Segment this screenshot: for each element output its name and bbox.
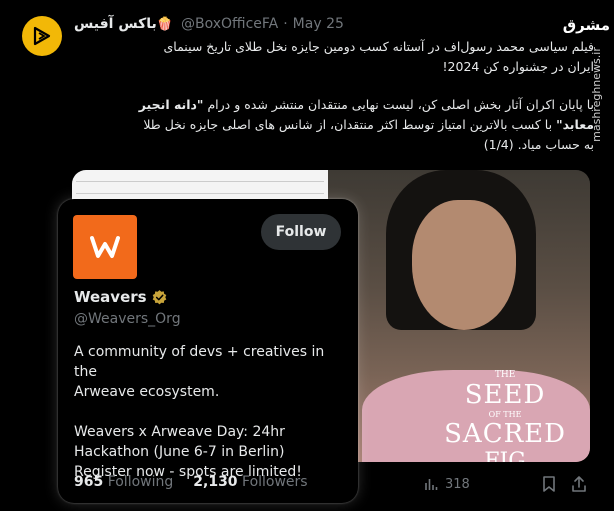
bookmark-button[interactable] [541, 474, 557, 494]
tweet-header: باکس آفیس 🍿 @BoxOfficeFA · May 25 [74, 14, 344, 34]
card-name-text: Weavers [74, 288, 147, 306]
poster-title-seed: SEED [464, 380, 546, 410]
poster-title-of: OF THE [488, 410, 522, 419]
tweet-text-line: معابد" با کسب بالاترین امتیاز توسط اکثر … [86, 115, 594, 135]
card-handle[interactable]: @Weavers_Org [74, 311, 181, 327]
tweet-text-line: ایران در جشنواره کن 2024! [442, 59, 594, 74]
watermark: مشرق mashreghnews.ir [563, 16, 610, 142]
bio-line: Hackathon (June 6-7 in Berlin) [74, 444, 285, 460]
card-bio: A community of devs + creatives in the A… [74, 342, 346, 482]
poster-title-fig: FIG [484, 449, 526, 462]
bookmark-icon [543, 476, 555, 492]
play-triangle-logo-icon [33, 26, 51, 46]
following-count: 965 [74, 474, 104, 490]
tweet-text-line: فیلم سیاسی محمد رسول‌اف در آستانه کسب دو… [163, 39, 594, 54]
bio-line: Weavers x Arweave Day: 24hr [74, 424, 285, 440]
poster-face [412, 200, 516, 330]
poster-title-the: THE [494, 370, 516, 380]
tweet-text-line: با پایان اکران آثار بخش اصلی کن، لیست نه… [86, 95, 594, 115]
watermark-site: mashreghnews.ir [590, 47, 604, 142]
verified-badge-icon [152, 289, 166, 304]
views-button[interactable]: 318 [423, 474, 470, 494]
profile-hover-card: Follow Weavers @Weavers_Org A community … [58, 199, 358, 503]
author-handle[interactable]: @BoxOfficeFA [181, 16, 278, 32]
author-avatar[interactable] [22, 16, 62, 56]
tweet-text-line: به حساب میاد. (1/4) [483, 137, 594, 152]
watermark-logo: مشرق [562, 16, 610, 34]
card-stats: 965 Following 2,130 Followers [74, 474, 308, 490]
followers-label: Followers [242, 474, 308, 490]
card-display-name[interactable]: Weavers [74, 288, 168, 306]
tweet-date[interactable]: May 25 [293, 16, 344, 32]
following-label: Following [107, 474, 174, 490]
popcorn-emoji: 🍿 [156, 16, 173, 32]
tweet-text-segment: با پایان اکران آثار بخش اصلی کن، لیست نه… [207, 97, 594, 112]
weavers-w-icon [90, 236, 120, 258]
author-name[interactable]: باکس آفیس [74, 16, 157, 32]
share-icon [572, 476, 586, 492]
views-bar-icon [425, 479, 438, 490]
bio-line: A community of devs + creatives in the [74, 344, 325, 380]
tweet-text: فیلم سیاسی محمد رسول‌اف در آستانه کسب دو… [86, 37, 594, 155]
tweet-text-segment: با کسب بالاترین امتیاز توسط اکثر منتقدان… [143, 117, 553, 132]
poster-title-sacred: SACRED [444, 419, 566, 449]
follow-button[interactable]: Follow [261, 214, 341, 250]
header-separator: · [283, 16, 288, 32]
tweet-text-bold: "دانه انجیر [138, 97, 204, 112]
views-count: 318 [445, 476, 470, 492]
poster-title: THE SEED OF THE SACRED FIG [444, 370, 566, 462]
followers-count: 2,130 [193, 474, 238, 490]
bio-line: Arweave ecosystem. [74, 384, 220, 400]
followers-link[interactable]: 2,130 Followers [193, 474, 307, 490]
tweet[interactable]: باکس آفیس 🍿 @BoxOfficeFA · May 25 فیلم س… [0, 0, 614, 511]
following-link[interactable]: 965 Following [74, 474, 173, 490]
weavers-logo[interactable] [73, 215, 137, 279]
share-button[interactable] [570, 474, 588, 494]
